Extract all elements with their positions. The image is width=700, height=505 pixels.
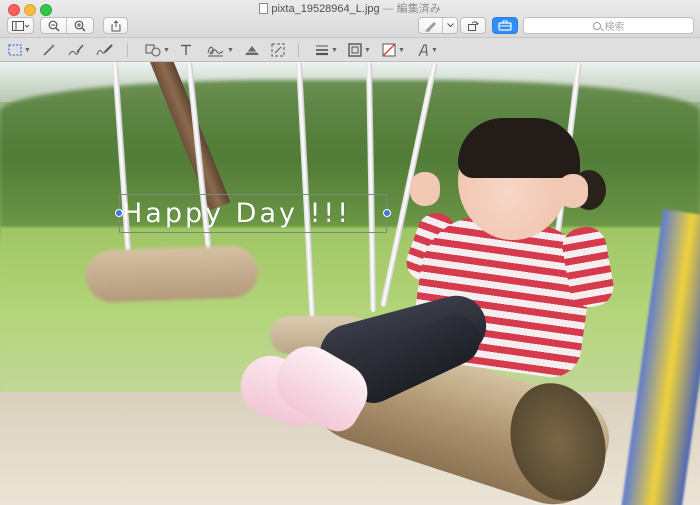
title-bar: pixta_19528964_L.jpg — 編集済み 検索 [0,0,700,38]
sign-tool[interactable]: ▼ [207,42,234,58]
document-icon [259,3,269,14]
pen-dropdown-button[interactable] [443,18,457,33]
chevron-down-icon: ▼ [364,46,371,54]
photo-child-hair [458,118,580,178]
window-title: pixta_19528964_L.jpg — 編集済み [0,2,700,16]
pen-button[interactable] [419,18,443,33]
text-style-control[interactable]: ▼ [417,42,438,58]
resize-handle-right[interactable] [383,209,391,217]
rotate-icon [468,20,479,31]
signature-icon [207,46,224,57]
rotate-button[interactable] [460,17,486,34]
adjust-color-icon [245,46,259,55]
search-field[interactable]: 検索 [523,17,694,34]
edited-status: 編集済み [396,3,441,15]
shape-style-control[interactable]: ▼ [315,42,338,58]
markup-toolbar-button[interactable] [492,17,518,34]
chevron-down-icon [446,23,454,28]
chevron-down-icon: ▼ [227,46,234,54]
shapes-tool[interactable]: ▼ [145,42,170,58]
title-separator: — [382,3,394,15]
text-style-icon [418,43,428,56]
draw-tool[interactable] [96,42,114,58]
share-button[interactable] [103,17,128,34]
sketch-icon [68,44,84,56]
fill-color-icon [382,43,396,57]
instant-alpha-tool[interactable] [42,42,56,58]
chevron-down-icon: ▼ [398,46,405,54]
zoom-out-button[interactable] [41,18,67,33]
toolbox-icon [498,20,512,31]
draw-icon [96,44,113,56]
rect-selection-icon [8,44,22,56]
markup-toolbar: ▼ ▼ ▼ ▼ ▼ ▼ ▼ [0,38,700,62]
line-style-icon [316,45,328,56]
zoom-control [40,17,94,34]
sidebar-button[interactable] [7,17,34,34]
pen-icon [424,21,436,32]
chevron-down-icon: ▼ [24,46,31,54]
adjust-color-tool[interactable] [244,42,260,58]
image-canvas[interactable]: Happy Day !!! [0,62,700,505]
chevron-down-icon: ▼ [331,46,338,54]
chevron-down-icon: ▼ [163,46,170,54]
selection-tool[interactable]: ▼ [8,42,31,58]
zoom-in-button[interactable] [67,18,93,33]
search-placeholder: 検索 [604,22,625,33]
pen-control [418,17,458,34]
toolbar-divider [298,43,299,57]
search-icon [592,21,601,30]
zoom-out-icon [48,20,59,31]
text-tool[interactable] [180,42,192,58]
magic-wand-icon [43,44,55,56]
zoom-in-icon [74,20,86,31]
fill-color-control[interactable]: ▼ [382,42,405,58]
adjust-size-icon [271,43,285,57]
share-icon [111,19,120,31]
photo-child-hand [410,172,440,206]
photo-swing-seat-back [85,245,259,303]
text-icon [181,44,191,55]
sidebar-icon [11,20,29,31]
window-filename: pixta_19528964_L.jpg [271,3,380,15]
shapes-icon [145,44,161,57]
adjust-size-tool[interactable] [271,42,285,58]
resize-handle-left[interactable] [115,209,123,217]
chevron-down-icon: ▼ [431,46,438,54]
photo-child-hand [558,174,588,208]
preview-window: pixta_19528964_L.jpg — 編集済み 検索 ▼ ▼ ▼ ▼ ▼… [0,0,700,505]
border-color-control[interactable]: ▼ [348,42,371,58]
toolbar-divider [127,43,128,57]
text-annotation[interactable]: Happy Day !!! [122,199,351,229]
sketch-tool[interactable] [68,42,84,58]
border-color-icon [348,43,362,57]
